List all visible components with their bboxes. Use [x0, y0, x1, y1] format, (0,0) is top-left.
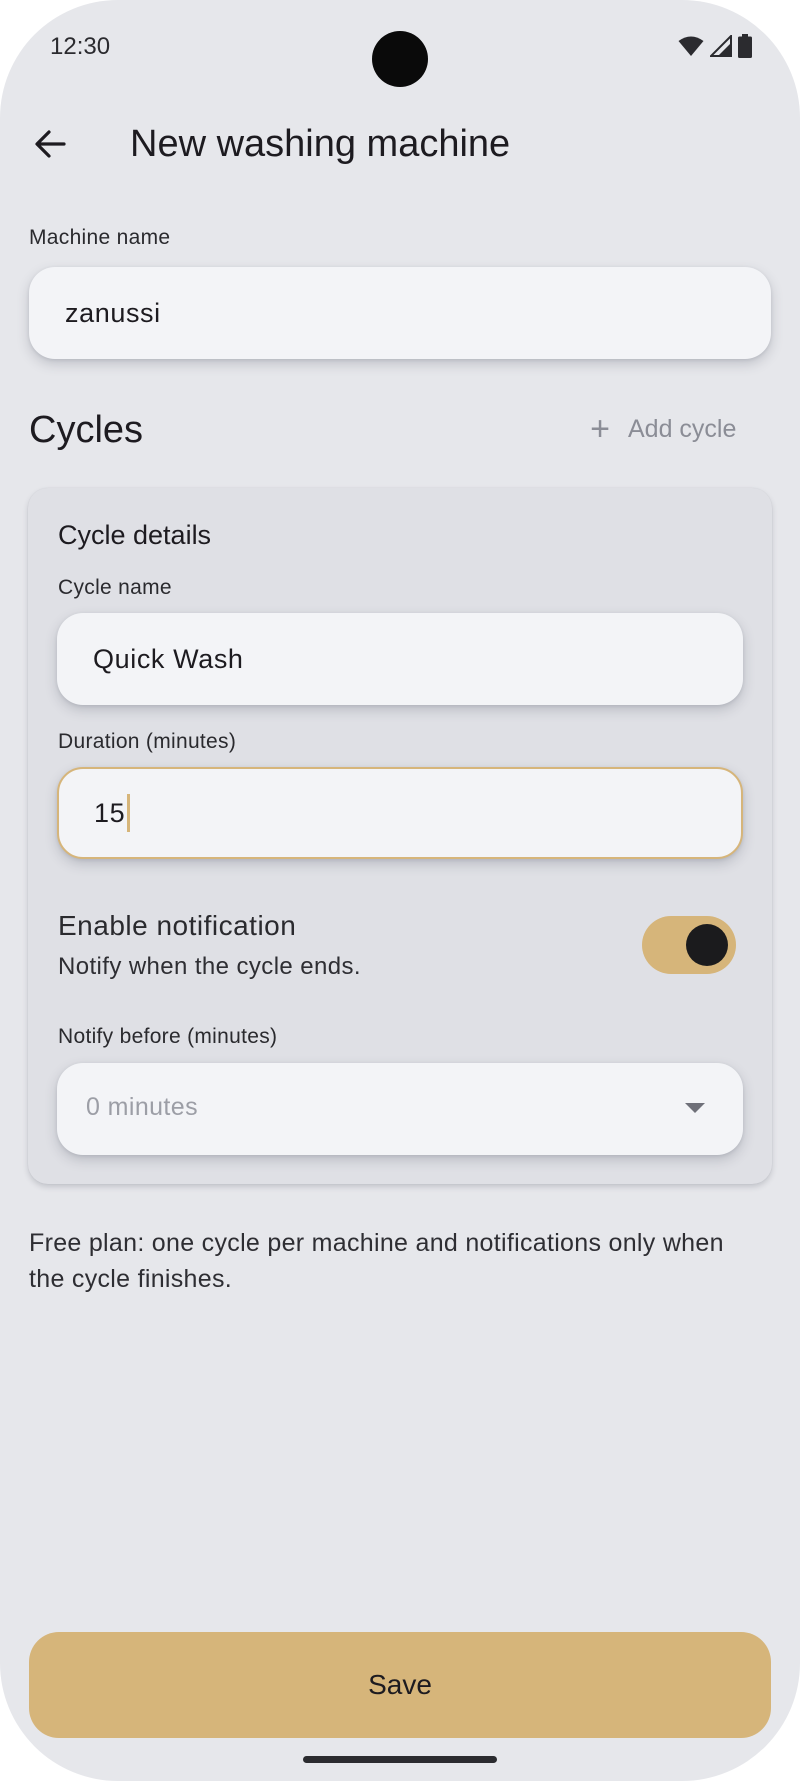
dropdown-arrow-icon	[685, 1103, 705, 1113]
text-cursor	[127, 794, 131, 832]
plus-icon: +	[590, 410, 610, 448]
toggle-thumb	[686, 924, 728, 966]
machine-name-value: zanussi	[65, 297, 161, 328]
status-time: 12:30	[50, 33, 111, 60]
add-cycle-button[interactable]: + Add cycle	[588, 410, 737, 448]
save-button-label: Save	[368, 1669, 432, 1700]
duration-value: 15	[94, 797, 126, 828]
home-indicator[interactable]	[303, 1756, 497, 1763]
cycle-name-value: Quick Wash	[93, 643, 244, 674]
machine-name-label: Machine name	[29, 226, 171, 249]
free-plan-note: Free plan: one cycle per machine and not…	[29, 1229, 724, 1293]
notification-toggle[interactable]	[642, 916, 736, 974]
notify-before-value: 0 minutes	[86, 1093, 198, 1121]
notify-before-dropdown[interactable]: 0 minutes	[57, 1063, 743, 1155]
page-title: New washing machine	[130, 123, 511, 165]
battery-icon	[738, 34, 752, 58]
cycles-section-title: Cycles	[29, 409, 144, 451]
cycle-name-input[interactable]: Quick Wash	[57, 613, 743, 705]
notify-before-label: Notify before (minutes)	[58, 1025, 278, 1048]
enable-notification-title: Enable notification	[58, 910, 297, 941]
phone-screen: 12:30 New washing machine Machine name z…	[0, 0, 800, 1781]
status-icons	[678, 34, 752, 58]
arrow-left-icon	[35, 130, 66, 158]
camera-cutout	[372, 31, 428, 87]
duration-input[interactable]: 15	[57, 767, 743, 859]
cycle-details-title: Cycle details	[58, 520, 212, 550]
add-cycle-label: Add cycle	[628, 414, 737, 443]
wifi-icon	[678, 36, 704, 56]
enable-notification-subtitle: Notify when the cycle ends.	[58, 953, 361, 980]
back-button[interactable]	[26, 120, 74, 168]
cycle-name-label: Cycle name	[58, 576, 172, 599]
save-button[interactable]: Save	[29, 1632, 771, 1738]
duration-label: Duration (minutes)	[58, 730, 237, 753]
machine-name-input[interactable]: zanussi	[29, 267, 771, 359]
cellular-signal-icon	[710, 35, 732, 57]
